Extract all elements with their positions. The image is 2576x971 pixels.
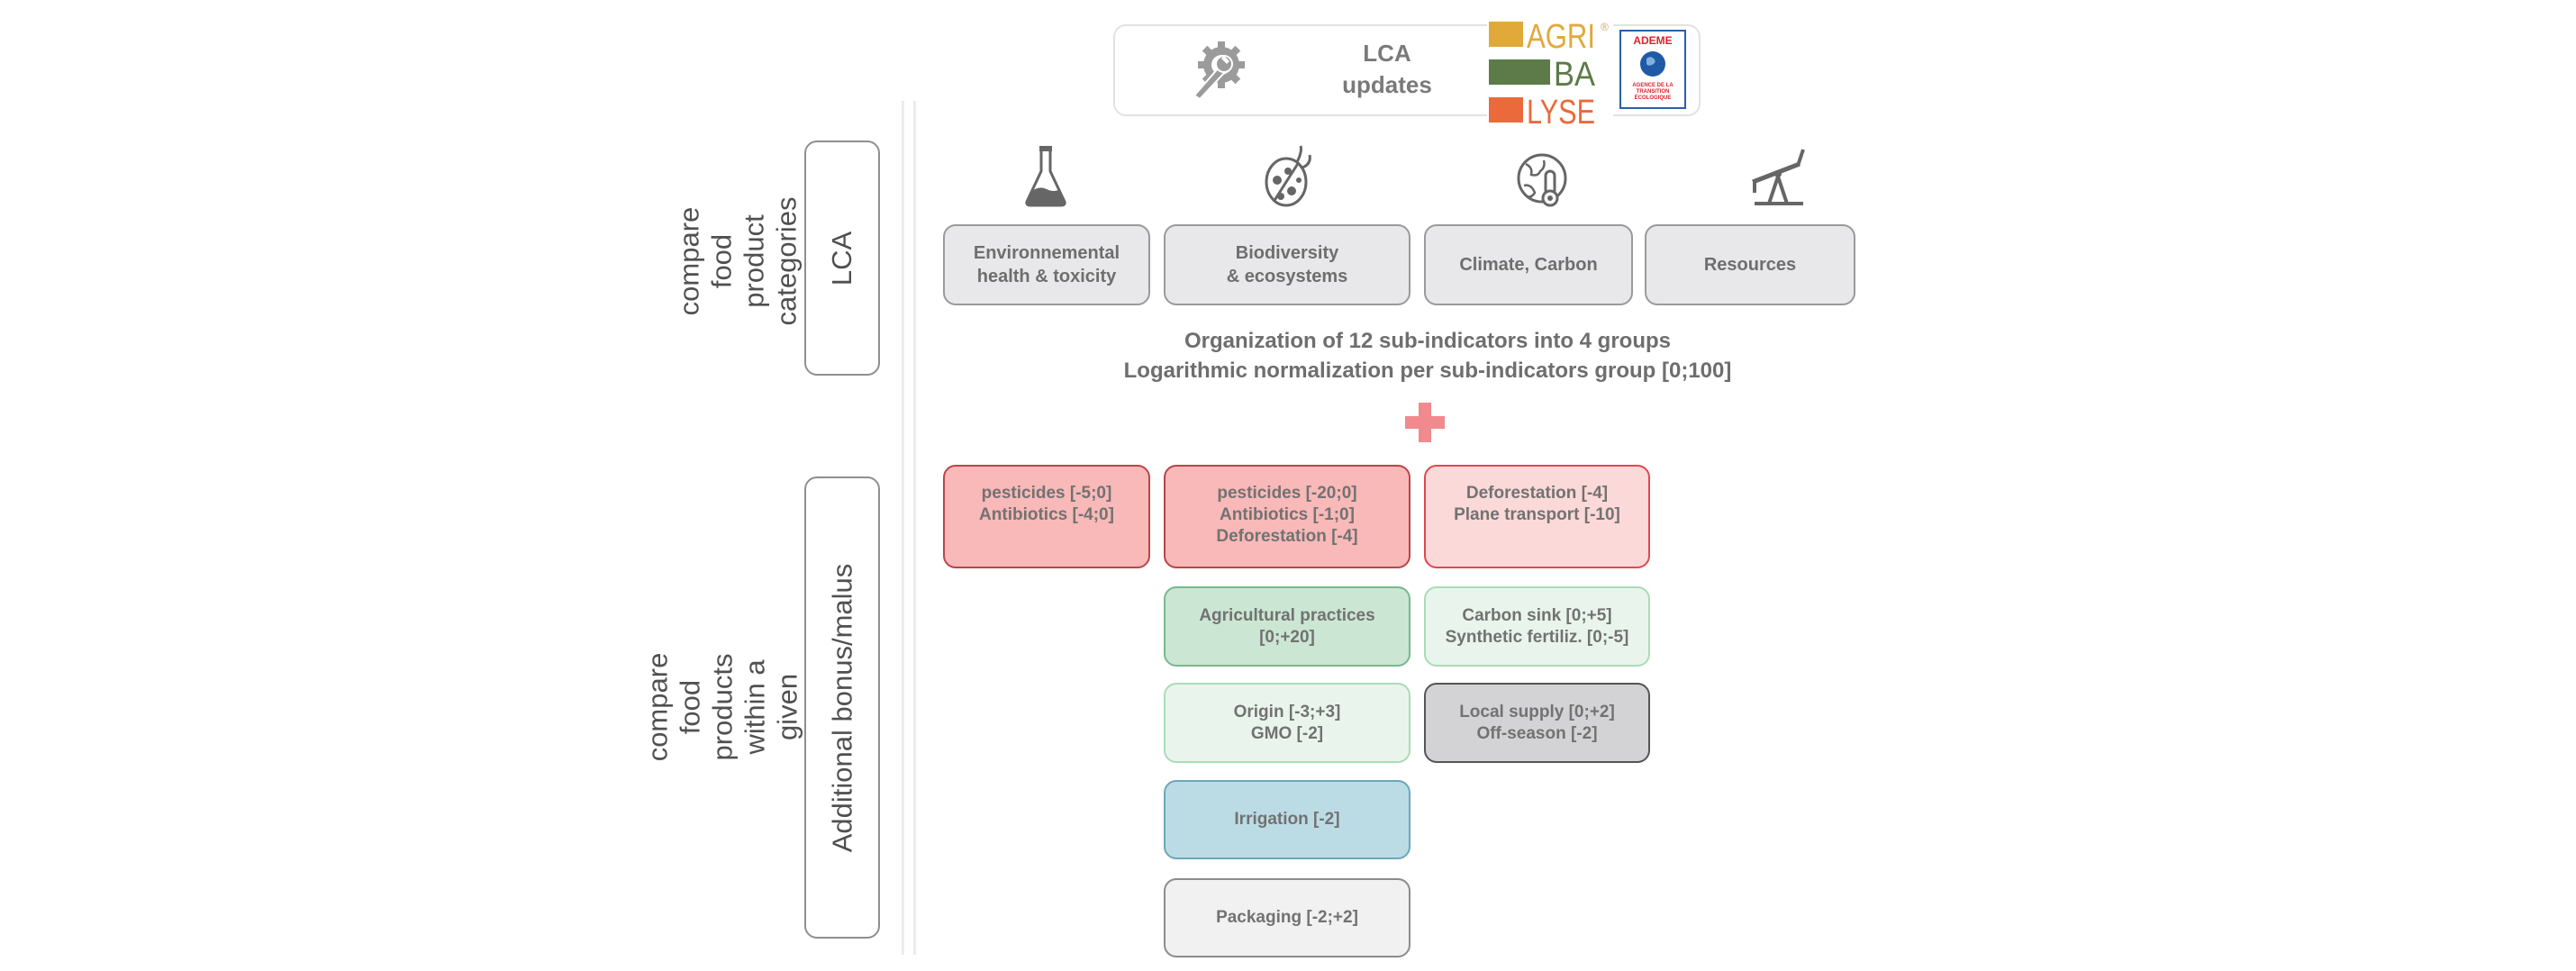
organization-line2: Logarithmic normalization per sub-indica…: [1123, 358, 1732, 383]
bonus-malus-side-box: Additional bonus/malus: [804, 476, 880, 939]
gear-wrench-icon: [1187, 40, 1248, 101]
ademe-sub-2: TRANSITION: [1637, 89, 1670, 95]
ademe-sub-1: AGENCE DE LA: [1632, 83, 1673, 88]
plus-icon: [1419, 403, 1431, 442]
organization-description: Organization of 12 sub-indicators into 4…: [1045, 326, 1810, 386]
category-resources: Resources: [1645, 224, 1855, 305]
category-label: Resources: [1703, 255, 1797, 275]
bonus-malus-text: Origin [-3;+3] GMO [-2]: [1233, 702, 1341, 743]
header-title-line2: updates: [1342, 71, 1432, 98]
category-label: Biodiversity & ecosystems: [1226, 243, 1348, 286]
category-label: Climate, Carbon: [1459, 255, 1598, 275]
lca-side-label: LCA: [826, 231, 857, 286]
lyse-text: LYSE: [1527, 94, 1595, 124]
agri-bar: [1489, 22, 1523, 47]
lyse-bar: [1489, 97, 1523, 123]
ademe-logo: ADEME AGENCE DE LA TRANSITION ÉCOLOGIQUE: [1619, 30, 1686, 109]
bonus-malus-packaging: Packaging [-2;+2]: [1164, 878, 1410, 957]
bonus-malus-agricultural-practices: Agricultural practices [0;+20]: [1164, 586, 1410, 667]
ademe-title: ADEME: [1633, 34, 1672, 47]
agri-text: AGRI: [1527, 18, 1595, 56]
bonus-malus-text: Local supply [0;+2] Off-season [-2]: [1459, 702, 1615, 743]
oil-pump-icon: [1747, 144, 1810, 209]
registered-mark: ®: [1601, 21, 1609, 33]
ba-bar: [1489, 59, 1550, 85]
header-title-line1: LCA: [1363, 40, 1411, 67]
bonus-malus-local-supply: Local supply [0;+2] Off-season [-2]: [1424, 683, 1650, 763]
bonus-malus-text: Irrigation [-2]: [1234, 810, 1340, 829]
scope-label-categories-text: compare food product categories: [674, 196, 803, 326]
bonus-malus-bio-pesticides: pesticides [-20;0] Antibiotics [-1;0] De…: [1164, 465, 1410, 568]
bonus-malus-side-label: Additional bonus/malus: [826, 563, 858, 852]
globe-thermometer-icon: [1513, 144, 1576, 209]
bonus-malus-origin-gmo: Origin [-3;+3] GMO [-2]: [1164, 683, 1410, 763]
bonus-malus-text: Agricultural practices [0;+20]: [1199, 605, 1375, 647]
ladybug-icon: [1257, 144, 1320, 209]
divider-line: [913, 101, 916, 955]
category-environmental-health: Environnemental health & toxicity: [943, 224, 1150, 305]
bonus-malus-text: pesticides [-20;0] Antibiotics [-1;0] De…: [1216, 484, 1358, 546]
scope-label-within-category: compare food products within a given cat…: [641, 477, 835, 937]
ademe-sub-3: ÉCOLOGIQUE: [1635, 94, 1672, 101]
category-label: Environnemental health & toxicity: [973, 243, 1120, 286]
flask-icon: [1014, 144, 1077, 209]
bonus-malus-text: Packaging [-2;+2]: [1216, 908, 1358, 927]
lca-side-box: LCA: [804, 141, 880, 376]
scope-label-categories: compare food product categories: [674, 135, 803, 387]
bonus-malus-text: Deforestation [-4] Plane transport [-10]: [1454, 484, 1620, 524]
divider-line: [902, 101, 904, 955]
bonus-malus-irrigation: Irrigation [-2]: [1164, 780, 1410, 859]
bonus-malus-text: pesticides [-5;0] Antibiotics [-4;0]: [979, 484, 1114, 524]
agribalyse-logo: AGRI BA LYSE ®: [1487, 18, 1613, 132]
bonus-malus-deforestation-plane: Deforestation [-4] Plane transport [-10]: [1424, 465, 1650, 568]
organization-line1: Organization of 12 sub-indicators into 4…: [1184, 329, 1672, 353]
category-biodiversity: Biodiversity & ecosystems: [1164, 224, 1410, 305]
lca-updates-title: LCA updates: [1324, 38, 1450, 101]
bonus-malus-env-pesticides: pesticides [-5;0] Antibiotics [-4;0]: [943, 465, 1150, 568]
bonus-malus-text: Carbon sink [0;+5] Synthetic fertiliz. […: [1445, 605, 1629, 647]
bonus-malus-carbon-sink: Carbon sink [0;+5] Synthetic fertiliz. […: [1424, 586, 1650, 667]
category-climate-carbon: Climate, Carbon: [1424, 224, 1633, 305]
ba-text: BA: [1554, 56, 1596, 94]
